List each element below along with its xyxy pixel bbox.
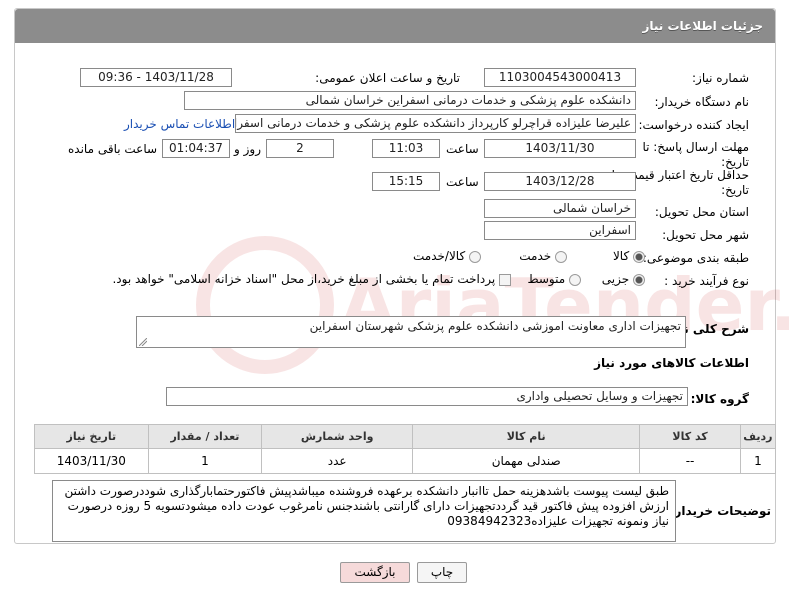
col-unit: واحد شمارش: [261, 424, 414, 449]
category-option-goods-service[interactable]: کالا/خدمت: [413, 249, 481, 263]
table-header-row: ردیف کد کالا نام کالا واحد شمارش تعداد /…: [34, 424, 777, 449]
creator-field: علیرضا علیزاده قراچرلو کارپرداز دانشکده …: [235, 114, 636, 133]
table-row: 1 -- صندلی مهمان عدد 1 1403/11/30: [34, 448, 777, 474]
need-number-field: 1103004543000413: [484, 68, 636, 87]
creator-label: ایجاد کننده درخواست:: [638, 118, 749, 132]
process-option-minor[interactable]: جزیی: [602, 272, 645, 286]
treasury-payment-option[interactable]: پرداخت تمام یا بخشی از مبلغ خرید،از محل …: [112, 272, 511, 286]
radio-icon[interactable]: [555, 250, 567, 263]
panel-title: جزئیات اطلاعات نیاز: [15, 9, 775, 43]
buyer-notes-field: طبق لیست پیوست باشدهزینه حمل تاانبار دان…: [52, 480, 676, 542]
process-label: نوع فرآیند خرید :: [664, 274, 749, 288]
goods-group-label: گروه کالا:: [690, 392, 749, 406]
resize-grip-icon[interactable]: [139, 338, 147, 346]
summary-field: تجهیزات اداری معاونت اموزشی دانشکده علوم…: [136, 316, 686, 348]
announce-label: تاریخ و ساعت اعلان عمومی:: [315, 71, 460, 85]
radio-selected-icon[interactable]: [633, 273, 645, 286]
cell-quantity: 1: [147, 448, 263, 474]
province-label: استان محل تحویل:: [654, 205, 749, 219]
deadline-label-line2: تاریخ:: [721, 155, 749, 169]
col-code: کد کالا: [639, 424, 741, 449]
deadline-label-line1: مهلت ارسال پاسخ: تا: [642, 140, 749, 154]
validity-label-line2: تاریخ:: [721, 183, 749, 197]
col-name: نام کالا: [412, 424, 641, 449]
col-row: ردیف: [739, 424, 777, 449]
city-field: اسفراین: [484, 221, 636, 240]
goods-section-title: اطلاعات کالاهای مورد نیاز: [594, 356, 749, 370]
buyer-org-field: دانشکده علوم پزشکی و خدمات درمانی اسفرای…: [184, 91, 636, 110]
buyer-contact-link[interactable]: اطلاعات تماس خریدار: [124, 117, 235, 131]
validity-time-label: ساعت: [446, 175, 479, 189]
category-label: طبقه بندی موضوعی:: [642, 251, 749, 265]
cell-row: 1: [739, 448, 777, 474]
need-number-label: شماره نیاز:: [692, 71, 749, 85]
goods-group-field: تجهیزات و وسایل تحصیلی واداری: [166, 387, 688, 406]
category-option-service[interactable]: خدمت: [519, 249, 567, 263]
city-label: شهر محل تحویل:: [662, 228, 749, 242]
validity-time-field: 15:15: [372, 172, 440, 191]
radio-icon[interactable]: [569, 273, 581, 286]
time-remaining-field: 01:04:37: [162, 139, 230, 158]
category-option-goods[interactable]: کالا: [613, 249, 645, 263]
buyer-org-label: نام دستگاه خریدار:: [654, 95, 750, 109]
back-button[interactable]: بازگشت: [340, 562, 410, 583]
col-quantity: تعداد / مقدار: [147, 424, 263, 449]
cell-name: صندلی مهمان: [412, 448, 641, 474]
province-field: خراسان شمالی: [484, 199, 636, 218]
items-table: ردیف کد کالا نام کالا واحد شمارش تعداد /…: [34, 424, 777, 474]
cell-date: 1403/11/30: [34, 448, 149, 474]
print-button[interactable]: چاپ: [417, 562, 467, 583]
checkbox-icon[interactable]: [499, 273, 511, 286]
days-label: روز و: [234, 142, 261, 156]
announce-field: 1403/11/28 - 09:36: [80, 68, 232, 87]
days-remaining-field: 2: [266, 139, 334, 158]
deadline-time-field: 11:03: [372, 139, 440, 158]
col-date: تاریخ نیاز: [34, 424, 149, 449]
cell-unit: عدد: [261, 448, 414, 474]
radio-selected-icon[interactable]: [633, 250, 645, 263]
time-remaining-label: ساعت باقی مانده: [68, 142, 158, 156]
summary-text: تجهیزات اداری معاونت اموزشی دانشکده علوم…: [309, 319, 681, 333]
cell-code: --: [639, 448, 741, 474]
validity-date-field: 1403/12/28: [484, 172, 636, 191]
process-option-medium[interactable]: متوسط: [527, 272, 581, 286]
deadline-time-label: ساعت: [446, 142, 479, 156]
radio-icon[interactable]: [469, 250, 481, 263]
deadline-date-field: 1403/11/30: [484, 139, 636, 158]
buyer-notes-label: توضیحات خریدار:: [669, 504, 771, 518]
